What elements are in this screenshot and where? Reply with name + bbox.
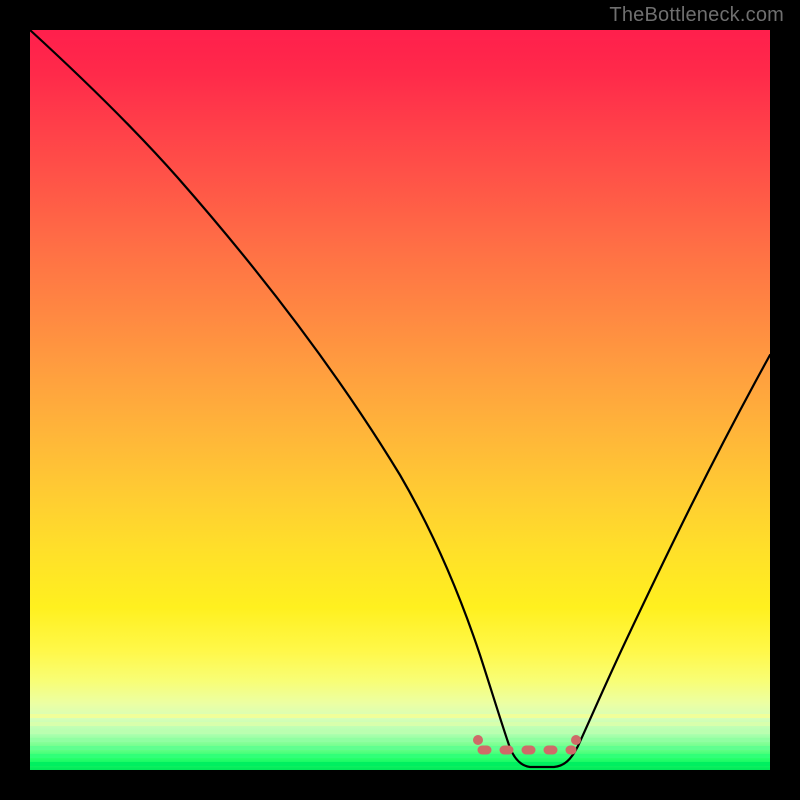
bottleneck-curve: [30, 30, 770, 767]
curve-layer: [30, 30, 770, 770]
plot-area: [30, 30, 770, 770]
optimal-range-start-dot: [473, 735, 483, 745]
optimal-range-end-dot: [571, 735, 581, 745]
chart-root: TheBottleneck.com: [0, 0, 800, 800]
attribution-text: TheBottleneck.com: [609, 4, 784, 27]
